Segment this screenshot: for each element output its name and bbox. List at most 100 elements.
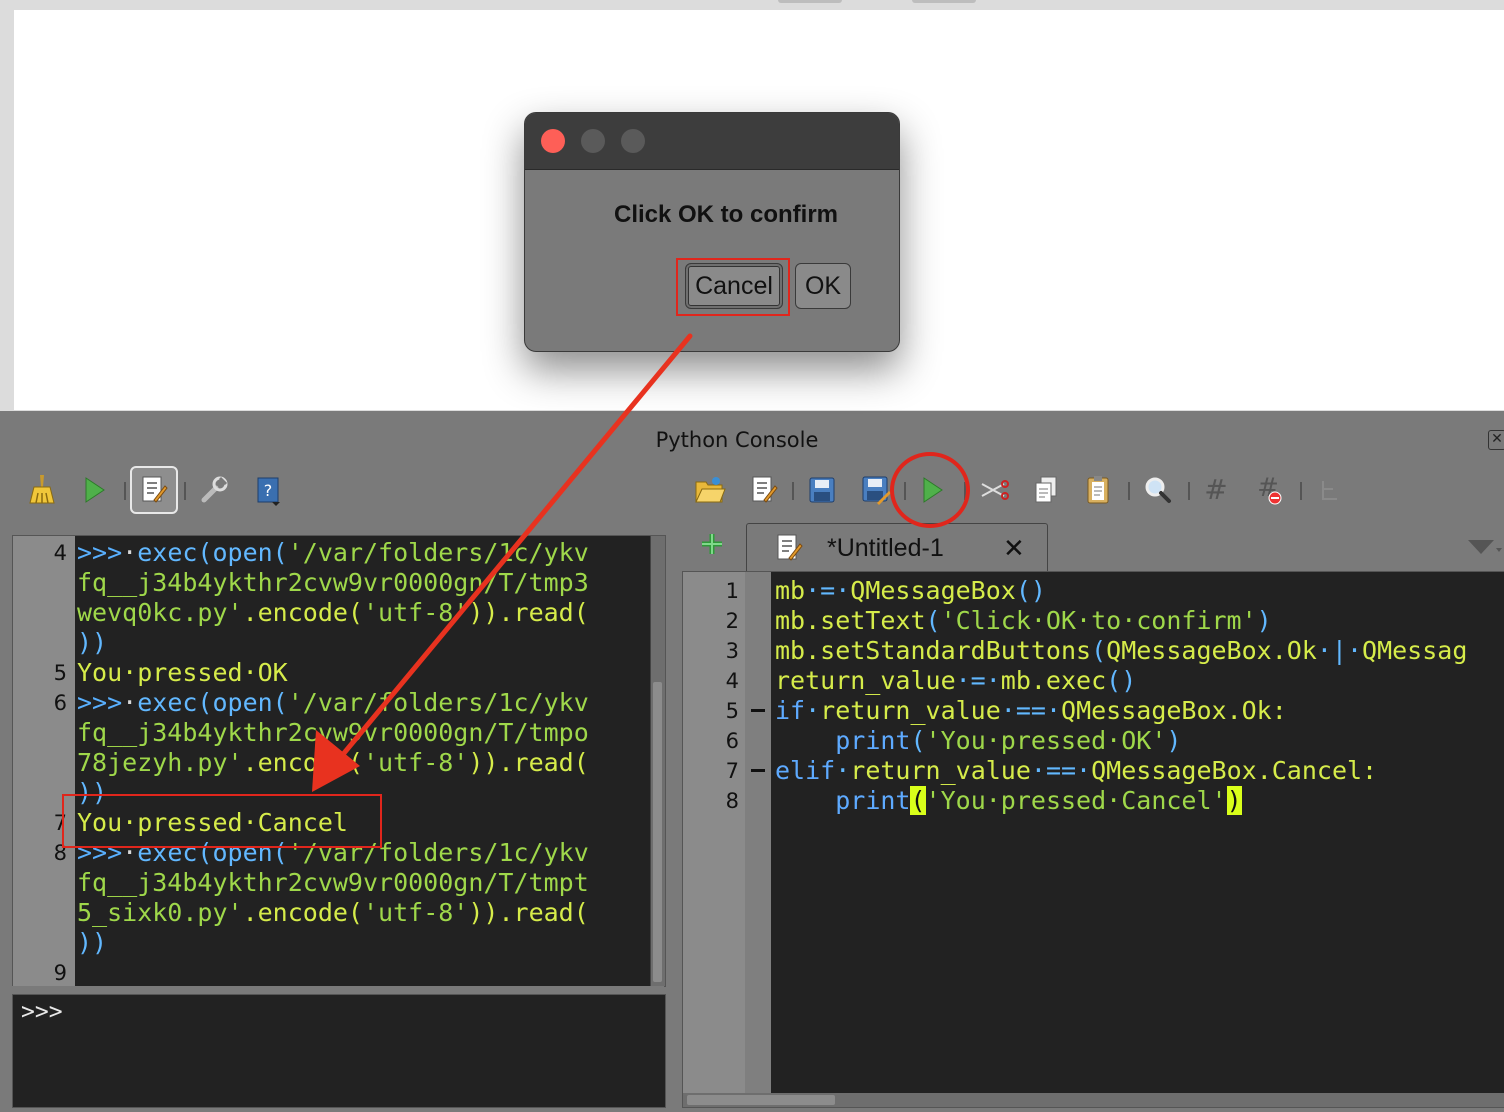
code-line: elif·return_value·==·QMessageBox.Cancel: <box>775 756 1378 785</box>
scrollbar-thumb[interactable] <box>653 682 662 982</box>
cancel-annotation-box <box>676 258 790 316</box>
console-line: wevq0kc.py'.encode('utf-8')).read( <box>77 598 589 628</box>
find-magnifier-icon[interactable] <box>1138 470 1178 510</box>
line-number: 2 <box>725 609 739 633</box>
line-number: 5 <box>725 699 739 723</box>
scrollbar-thumb[interactable] <box>687 1095 835 1105</box>
tab-label: *Untitled-1 <box>827 534 944 562</box>
line-number: 8 <box>725 789 739 813</box>
help-icon[interactable]: ? <box>248 470 288 510</box>
fold-marker-icon[interactable] <box>751 769 765 772</box>
show-editor-icon[interactable] <box>130 466 178 514</box>
panel-close-icon[interactable]: ✕ <box>1488 430 1504 450</box>
code-func: exec(open( <box>137 688 288 717</box>
prompt-text: >>> <box>77 688 123 717</box>
console-line: fq__j34b4ykthr2cvw9vr0000gn/T/tmpt <box>77 868 589 897</box>
copy-icon[interactable] <box>1026 470 1066 510</box>
console-output[interactable]: 4 5 6 7 8 9 >>>·exec(open('/var/folders/… <box>12 535 666 987</box>
line-number: 7 <box>53 811 67 835</box>
console-line: 5_sixk0.py'.encode('utf-8')).read( <box>77 898 589 928</box>
toolbar-separator <box>184 482 186 500</box>
console-output-line: You·pressed·OK <box>77 658 288 687</box>
code-line: if·return_value·==·QMessageBox.Ok: <box>775 696 1287 725</box>
code-string: 78jezyh.py' <box>77 748 243 777</box>
code-line: mb.setText('Click·OK·to·confirm') <box>775 606 1272 635</box>
line-number: 4 <box>725 669 739 693</box>
cut-scissors-icon[interactable] <box>974 470 1014 510</box>
toolbar-separator <box>792 482 794 500</box>
svg-text:#: # <box>1204 475 1227 505</box>
top-tab-handle <box>778 0 842 3</box>
line-number: 7 <box>725 759 739 783</box>
console-line: >>>·exec(open('/var/folders/1c/ykv <box>77 688 589 717</box>
ok-button[interactable]: OK <box>795 263 851 309</box>
code-line: mb.setStandardButtons(QMessageBox.Ok·|·Q… <box>775 636 1468 665</box>
settings-wrench-icon[interactable] <box>194 470 234 510</box>
line-number: 9 <box>53 961 67 985</box>
svg-text:?: ? <box>264 481 273 500</box>
console-input[interactable]: >>> <box>12 994 666 1108</box>
line-number: 5 <box>53 661 67 685</box>
run-annotation-circle <box>890 452 970 528</box>
code-tail: )).read( <box>468 598 589 627</box>
prompt-text: >>> <box>77 538 123 567</box>
panel-title: Python Console <box>655 428 819 452</box>
code-func: exec(open( <box>137 538 288 567</box>
clear-console-icon[interactable] <box>22 470 62 510</box>
code-line: print('You·pressed·Cancel') <box>835 786 1242 815</box>
object-inspector-icon[interactable] <box>1310 470 1350 510</box>
close-window-icon[interactable] <box>541 129 565 153</box>
uncomment-icon[interactable]: # <box>1250 470 1290 510</box>
toolbar-separator <box>1300 482 1302 500</box>
line-number: 1 <box>725 579 739 603</box>
paste-icon[interactable] <box>1078 470 1118 510</box>
code-string: 5_sixk0.py' <box>77 898 243 927</box>
line-number: 8 <box>53 841 67 865</box>
tab-untitled-1[interactable]: *Untitled-1 ✕ <box>746 523 1048 572</box>
fold-marker-icon[interactable] <box>751 709 765 712</box>
editor-horizontal-scrollbar[interactable] <box>683 1093 1504 1107</box>
save-icon[interactable] <box>802 470 842 510</box>
zoom-window-icon <box>621 129 645 153</box>
run-command-icon[interactable] <box>74 470 114 510</box>
add-tab-icon[interactable] <box>698 530 726 558</box>
code-tail: )).read( <box>468 748 589 777</box>
input-prompt: >>> <box>21 999 63 1025</box>
toolbar-separator <box>124 482 126 500</box>
console-line: 78jezyh.py'.encode('utf-8')).read( <box>77 748 589 778</box>
line-number: 3 <box>725 639 739 663</box>
code-string: wevq0kc.py' <box>77 598 243 627</box>
toolbar-separator <box>1128 482 1130 500</box>
console-line: fq__j34b4ykthr2cvw9vr0000gn/T/tmpo <box>77 718 589 747</box>
open-folder-icon[interactable] <box>690 470 730 510</box>
code-editor[interactable]: 1 2 3 4 5 6 7 8 mb·=·QMessageBox() mb.se… <box>682 571 1504 1108</box>
tab-close-icon[interactable]: ✕ <box>1003 534 1025 564</box>
code-func: .encode( <box>242 598 363 627</box>
console-line: )) <box>77 928 108 957</box>
code-line: return_value·=·mb.exec() <box>775 666 1137 695</box>
code-line: print('You·pressed·OK') <box>835 726 1182 755</box>
tab-list-chevron-icon[interactable] <box>1466 538 1502 562</box>
fold-margin <box>745 572 771 1107</box>
dialog-titlebar[interactable] <box>525 113 899 170</box>
panel-splitter[interactable] <box>668 535 678 1105</box>
minimize-window-icon <box>581 129 605 153</box>
code-string: 'utf-8' <box>363 898 469 927</box>
code-line: mb·=·QMessageBox() <box>775 576 1046 605</box>
code-tail: )).read( <box>468 898 589 927</box>
console-splitter[interactable] <box>12 986 664 994</box>
code-string: 'utf-8' <box>363 598 469 627</box>
code-string: 'utf-8' <box>363 748 469 777</box>
output-annotation-box <box>62 794 382 848</box>
comment-hash-icon[interactable]: # <box>1196 470 1236 510</box>
code-string: '/var/folders/1c/ykv <box>287 538 589 567</box>
console-line: fq__j34b4ykthr2cvw9vr0000gn/T/tmp3 <box>77 568 589 597</box>
line-number: 6 <box>725 729 739 753</box>
line-number: 4 <box>53 541 67 565</box>
toolbar-separator <box>1188 482 1190 500</box>
external-editor-icon[interactable] <box>744 470 784 510</box>
console-scrollbar[interactable] <box>650 536 665 986</box>
console-line: >>>·exec(open('/var/folders/1c/ykv <box>77 538 589 567</box>
code-func: .encode( <box>242 748 363 777</box>
code-string: '/var/folders/1c/ykv <box>287 688 589 717</box>
